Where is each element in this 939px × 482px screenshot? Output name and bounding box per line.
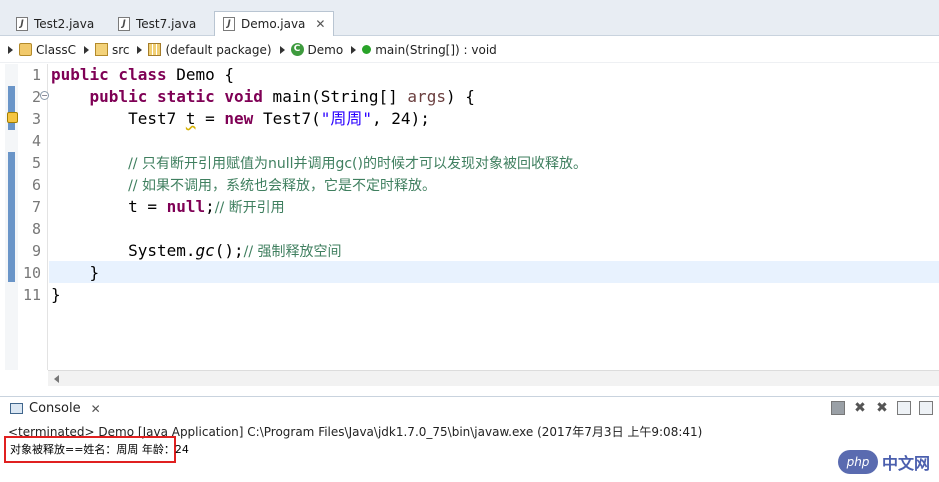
line-number: 4	[31, 132, 41, 150]
line-number: 6	[31, 176, 41, 194]
breadcrumb-project[interactable]: ClassC	[8, 43, 76, 57]
close-icon[interactable]: ✕	[91, 402, 101, 416]
line-number: 10	[22, 264, 41, 282]
java-file-icon: J	[16, 17, 28, 31]
tab-label: Demo.java	[241, 17, 306, 31]
chevron-right-icon	[8, 45, 13, 54]
line-number: 3	[31, 110, 41, 128]
terminate-icon[interactable]	[831, 401, 845, 415]
class-icon: C	[290, 43, 304, 56]
breadcrumb-package[interactable]: (default package)	[137, 43, 272, 57]
tab-console[interactable]: Console ✕	[0, 401, 101, 416]
scroll-lock-icon[interactable]	[919, 401, 933, 415]
java-file-icon: J	[118, 17, 130, 31]
overview-ruler	[5, 64, 18, 370]
code-line-5: // 只有断开引用赋值为null并调用gc()的时候才可以发现对象被回收释放。	[128, 156, 587, 172]
remove-all-terminated-icon[interactable]: ✖	[875, 401, 889, 415]
current-line-highlight	[49, 261, 939, 283]
code-line-6: // 如果不调用，系统也会释放，它是不定时释放。	[128, 178, 436, 194]
console-output: 对象被释放==姓名：周周 年龄：24	[10, 443, 189, 456]
line-number: 11	[22, 286, 41, 304]
code-line-11: }	[51, 285, 61, 304]
chevron-right-icon	[351, 45, 357, 54]
console-header: Console ✕ ✖ ✖	[0, 396, 939, 420]
code-line-9: System.gc();// 强制释放空间	[128, 241, 342, 260]
tab-test2-java[interactable]: J Test2.java	[8, 12, 102, 36]
breadcrumb-folder[interactable]: src	[83, 43, 129, 57]
change-marker	[8, 152, 15, 282]
code-editor[interactable]: 1 2 3 4 5 6 7 8 9 10 11 − public class D…	[0, 64, 939, 370]
editor-tab-bar: J Test2.java J Test7.java J Demo.java ✕	[0, 0, 939, 36]
php-logo-icon: php	[838, 450, 878, 474]
java-file-icon: J	[223, 17, 235, 31]
line-number: 8	[31, 220, 41, 238]
code-line-1: public class Demo {	[51, 65, 235, 84]
line-number-gutter: 1 2 3 4 5 6 7 8 9 10 11	[18, 64, 48, 370]
console-toolbar: ✖ ✖	[831, 401, 933, 415]
watermark-text: 中文网	[882, 454, 931, 473]
tab-demo-java[interactable]: J Demo.java ✕	[214, 11, 335, 36]
tab-label: Test7.java	[136, 17, 197, 31]
code-line-3: Test7 t = new Test7("周周", 24);	[128, 109, 430, 128]
remove-launch-icon[interactable]: ✖	[853, 401, 867, 415]
method-icon	[362, 45, 372, 54]
tab-test7-java[interactable]: J Test7.java	[110, 12, 204, 36]
close-icon[interactable]: ✕	[315, 17, 325, 31]
console-icon	[10, 403, 23, 414]
scroll-left-icon[interactable]	[54, 375, 59, 383]
chevron-right-icon	[83, 45, 89, 54]
chevron-right-icon	[279, 45, 285, 54]
warning-icon[interactable]	[7, 112, 18, 123]
watermark: php 中文网	[838, 450, 930, 474]
tab-label: Test2.java	[34, 17, 95, 31]
breadcrumb: ClassC src (default package) C Demo main…	[0, 37, 939, 63]
code-line-7: t = null;// 断开引用	[128, 197, 285, 216]
project-icon	[19, 43, 32, 56]
horizontal-scrollbar[interactable]	[48, 370, 939, 386]
code-line-2: public static void main(String[] args) {	[89, 87, 475, 106]
change-marker	[8, 86, 15, 130]
line-number: 5	[31, 154, 41, 172]
clear-console-icon[interactable]	[897, 401, 911, 415]
fold-toggle-icon[interactable]: −	[40, 91, 49, 100]
line-number: 7	[31, 198, 41, 216]
line-number: 1	[31, 66, 41, 84]
breadcrumb-method[interactable]: main(String[]) : void	[351, 43, 497, 57]
breadcrumb-class[interactable]: C Demo	[279, 43, 343, 57]
line-number: 9	[31, 242, 41, 260]
code-line-10: }	[89, 263, 100, 282]
package-icon	[148, 43, 162, 56]
chevron-right-icon	[137, 45, 143, 54]
source-folder-icon	[94, 43, 108, 56]
